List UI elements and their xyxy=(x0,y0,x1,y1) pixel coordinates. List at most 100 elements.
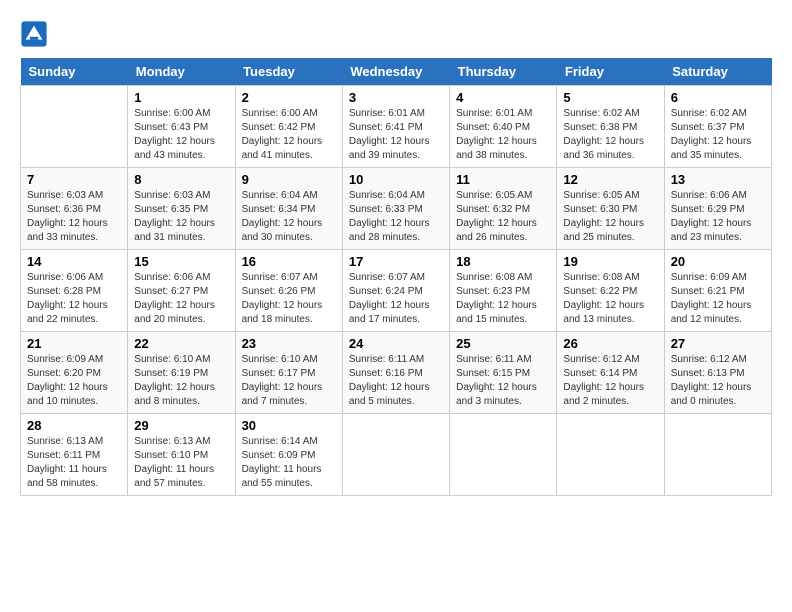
sunrise-text: Sunrise: 6:04 AM xyxy=(349,190,425,201)
day-info: Sunrise: 6:02 AM Sunset: 6:38 PM Dayligh… xyxy=(563,107,657,163)
calendar-cell: 6 Sunrise: 6:02 AM Sunset: 6:37 PM Dayli… xyxy=(664,86,771,168)
day-info: Sunrise: 6:10 AM Sunset: 6:19 PM Dayligh… xyxy=(134,353,228,409)
calendar-week-row: 28 Sunrise: 6:13 AM Sunset: 6:11 PM Dayl… xyxy=(21,414,772,496)
daylight-text: Daylight: 12 hours and 23 minutes. xyxy=(671,218,752,243)
day-number: 12 xyxy=(563,172,657,187)
sunrise-text: Sunrise: 6:13 AM xyxy=(27,436,103,447)
day-info: Sunrise: 6:03 AM Sunset: 6:36 PM Dayligh… xyxy=(27,189,121,245)
day-number: 6 xyxy=(671,90,765,105)
calendar-cell: 27 Sunrise: 6:12 AM Sunset: 6:13 PM Dayl… xyxy=(664,332,771,414)
daylight-text: Daylight: 12 hours and 2 minutes. xyxy=(563,382,644,407)
sunset-text: Sunset: 6:42 PM xyxy=(242,122,316,133)
calendar-cell: 22 Sunrise: 6:10 AM Sunset: 6:19 PM Dayl… xyxy=(128,332,235,414)
calendar-cell xyxy=(21,86,128,168)
sunset-text: Sunset: 6:16 PM xyxy=(349,368,423,379)
calendar-cell: 17 Sunrise: 6:07 AM Sunset: 6:24 PM Dayl… xyxy=(342,250,449,332)
day-info: Sunrise: 6:04 AM Sunset: 6:34 PM Dayligh… xyxy=(242,189,336,245)
day-number: 27 xyxy=(671,336,765,351)
sunset-text: Sunset: 6:29 PM xyxy=(671,204,745,215)
calendar-header-row: SundayMondayTuesdayWednesdayThursdayFrid… xyxy=(21,58,772,86)
calendar-cell: 28 Sunrise: 6:13 AM Sunset: 6:11 PM Dayl… xyxy=(21,414,128,496)
daylight-text: Daylight: 12 hours and 20 minutes. xyxy=(134,300,215,325)
sunrise-text: Sunrise: 6:08 AM xyxy=(456,272,532,283)
sunset-text: Sunset: 6:19 PM xyxy=(134,368,208,379)
calendar-cell: 26 Sunrise: 6:12 AM Sunset: 6:14 PM Dayl… xyxy=(557,332,664,414)
sunset-text: Sunset: 6:23 PM xyxy=(456,286,530,297)
calendar-cell: 4 Sunrise: 6:01 AM Sunset: 6:40 PM Dayli… xyxy=(450,86,557,168)
daylight-text: Daylight: 12 hours and 17 minutes. xyxy=(349,300,430,325)
calendar-cell: 23 Sunrise: 6:10 AM Sunset: 6:17 PM Dayl… xyxy=(235,332,342,414)
sunset-text: Sunset: 6:28 PM xyxy=(27,286,101,297)
sunrise-text: Sunrise: 6:13 AM xyxy=(134,436,210,447)
day-number: 5 xyxy=(563,90,657,105)
sunset-text: Sunset: 6:34 PM xyxy=(242,204,316,215)
calendar-cell: 12 Sunrise: 6:05 AM Sunset: 6:30 PM Dayl… xyxy=(557,168,664,250)
day-number: 1 xyxy=(134,90,228,105)
daylight-text: Daylight: 12 hours and 15 minutes. xyxy=(456,300,537,325)
day-info: Sunrise: 6:14 AM Sunset: 6:09 PM Dayligh… xyxy=(242,435,336,491)
calendar-cell: 2 Sunrise: 6:00 AM Sunset: 6:42 PM Dayli… xyxy=(235,86,342,168)
sunset-text: Sunset: 6:33 PM xyxy=(349,204,423,215)
sunrise-text: Sunrise: 6:00 AM xyxy=(242,108,318,119)
day-info: Sunrise: 6:08 AM Sunset: 6:22 PM Dayligh… xyxy=(563,271,657,327)
day-number: 8 xyxy=(134,172,228,187)
day-info: Sunrise: 6:13 AM Sunset: 6:11 PM Dayligh… xyxy=(27,435,121,491)
sunrise-text: Sunrise: 6:02 AM xyxy=(671,108,747,119)
sunset-text: Sunset: 6:41 PM xyxy=(349,122,423,133)
sunset-text: Sunset: 6:10 PM xyxy=(134,450,208,461)
calendar-cell xyxy=(450,414,557,496)
day-number: 25 xyxy=(456,336,550,351)
day-info: Sunrise: 6:09 AM Sunset: 6:20 PM Dayligh… xyxy=(27,353,121,409)
calendar-cell: 7 Sunrise: 6:03 AM Sunset: 6:36 PM Dayli… xyxy=(21,168,128,250)
day-info: Sunrise: 6:00 AM Sunset: 6:43 PM Dayligh… xyxy=(134,107,228,163)
sunrise-text: Sunrise: 6:06 AM xyxy=(671,190,747,201)
logo-icon xyxy=(20,20,48,48)
day-number: 2 xyxy=(242,90,336,105)
sunrise-text: Sunrise: 6:05 AM xyxy=(563,190,639,201)
day-number: 21 xyxy=(27,336,121,351)
sunrise-text: Sunrise: 6:03 AM xyxy=(27,190,103,201)
day-info: Sunrise: 6:10 AM Sunset: 6:17 PM Dayligh… xyxy=(242,353,336,409)
day-number: 15 xyxy=(134,254,228,269)
sunset-text: Sunset: 6:27 PM xyxy=(134,286,208,297)
day-number: 30 xyxy=(242,418,336,433)
day-info: Sunrise: 6:13 AM Sunset: 6:10 PM Dayligh… xyxy=(134,435,228,491)
sunset-text: Sunset: 6:13 PM xyxy=(671,368,745,379)
sunrise-text: Sunrise: 6:05 AM xyxy=(456,190,532,201)
sunset-text: Sunset: 6:21 PM xyxy=(671,286,745,297)
daylight-text: Daylight: 11 hours and 57 minutes. xyxy=(134,464,214,489)
header-day-wednesday: Wednesday xyxy=(342,58,449,86)
daylight-text: Daylight: 12 hours and 5 minutes. xyxy=(349,382,430,407)
calendar-cell: 29 Sunrise: 6:13 AM Sunset: 6:10 PM Dayl… xyxy=(128,414,235,496)
day-number: 10 xyxy=(349,172,443,187)
calendar-week-row: 21 Sunrise: 6:09 AM Sunset: 6:20 PM Dayl… xyxy=(21,332,772,414)
sunset-text: Sunset: 6:36 PM xyxy=(27,204,101,215)
daylight-text: Daylight: 12 hours and 25 minutes. xyxy=(563,218,644,243)
sunset-text: Sunset: 6:22 PM xyxy=(563,286,637,297)
day-number: 14 xyxy=(27,254,121,269)
calendar-cell: 3 Sunrise: 6:01 AM Sunset: 6:41 PM Dayli… xyxy=(342,86,449,168)
day-info: Sunrise: 6:05 AM Sunset: 6:32 PM Dayligh… xyxy=(456,189,550,245)
day-number: 26 xyxy=(563,336,657,351)
calendar-cell: 9 Sunrise: 6:04 AM Sunset: 6:34 PM Dayli… xyxy=(235,168,342,250)
day-number: 29 xyxy=(134,418,228,433)
sunset-text: Sunset: 6:32 PM xyxy=(456,204,530,215)
sunrise-text: Sunrise: 6:11 AM xyxy=(349,354,424,365)
sunset-text: Sunset: 6:11 PM xyxy=(27,450,100,461)
calendar-cell: 30 Sunrise: 6:14 AM Sunset: 6:09 PM Dayl… xyxy=(235,414,342,496)
calendar-table: SundayMondayTuesdayWednesdayThursdayFrid… xyxy=(20,58,772,496)
daylight-text: Daylight: 12 hours and 38 minutes. xyxy=(456,136,537,161)
sunrise-text: Sunrise: 6:07 AM xyxy=(242,272,318,283)
daylight-text: Daylight: 12 hours and 35 minutes. xyxy=(671,136,752,161)
calendar-week-row: 14 Sunrise: 6:06 AM Sunset: 6:28 PM Dayl… xyxy=(21,250,772,332)
day-number: 13 xyxy=(671,172,765,187)
calendar-cell: 21 Sunrise: 6:09 AM Sunset: 6:20 PM Dayl… xyxy=(21,332,128,414)
daylight-text: Daylight: 12 hours and 41 minutes. xyxy=(242,136,323,161)
day-number: 7 xyxy=(27,172,121,187)
sunrise-text: Sunrise: 6:10 AM xyxy=(134,354,210,365)
daylight-text: Daylight: 12 hours and 26 minutes. xyxy=(456,218,537,243)
logo xyxy=(20,20,52,48)
calendar-cell: 13 Sunrise: 6:06 AM Sunset: 6:29 PM Dayl… xyxy=(664,168,771,250)
sunset-text: Sunset: 6:09 PM xyxy=(242,450,316,461)
sunrise-text: Sunrise: 6:09 AM xyxy=(27,354,103,365)
